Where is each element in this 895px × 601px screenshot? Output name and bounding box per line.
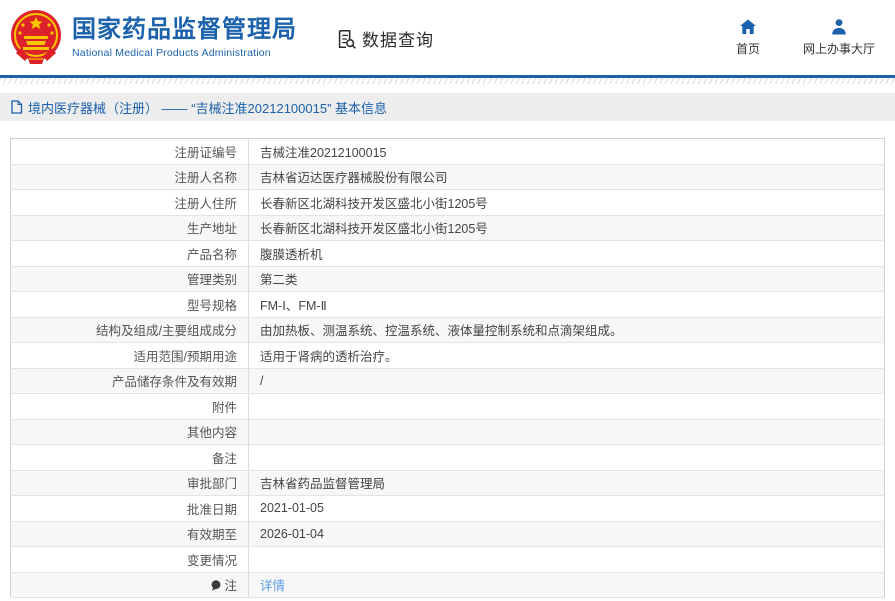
row-label: 注: [10, 572, 249, 598]
row-label: 型号规格: [10, 291, 249, 318]
table-row: 审批部门 吉林省药品监督管理局: [10, 470, 885, 496]
row-label: 有效期至: [10, 521, 249, 547]
row-label: 审批部门: [10, 470, 249, 496]
row-value: 第二类: [248, 266, 885, 292]
row-label-text: 附件: [211, 400, 237, 415]
table-row: 其他内容: [10, 419, 885, 445]
row-label: 变更情况: [10, 546, 249, 573]
site-brand: 国家药品监督管理局 National Medical Products Admi…: [72, 16, 297, 59]
row-label: 备注: [10, 444, 249, 471]
row-value: [248, 444, 885, 471]
row-label-text: 其他内容: [186, 426, 237, 441]
detail-link[interactable]: 详情: [260, 579, 285, 593]
nav-home[interactable]: 首页: [731, 18, 765, 57]
row-label-text: 适用范围/预期用途: [133, 349, 237, 364]
table-row: 产品名称 腹膜透析机: [10, 240, 885, 267]
row-value: 长春新区北湖科技开发区盛北小街1205号: [248, 215, 885, 241]
table-row: 有效期至 2026-01-04: [10, 521, 885, 547]
row-value: /: [248, 368, 885, 394]
row-value: 由加热板、测温系统、控温系统、液体量控制系统和点滴架组成。: [248, 317, 885, 343]
table-row: 注册证编号 吉械注准20212100015: [10, 138, 885, 165]
row-label-text: 变更情况: [186, 553, 237, 568]
row-label: 适用范围/预期用途: [10, 342, 249, 369]
row-value: 长春新区北湖科技开发区盛北小街1205号: [248, 189, 885, 216]
national-emblem-logo: [10, 9, 62, 67]
home-icon: [739, 18, 757, 36]
table-row: 生产地址 长春新区北湖科技开发区盛北小街1205号: [10, 215, 885, 241]
row-value: [248, 393, 885, 420]
site-title: 国家药品监督管理局: [72, 16, 297, 44]
row-label: 生产地址: [10, 215, 249, 241]
document-search-icon: [335, 28, 357, 50]
row-label-text: 产品储存条件及有效期: [111, 375, 237, 390]
row-label-text: 型号规格: [186, 298, 237, 313]
row-label-text: 产品名称: [186, 247, 237, 262]
row-label-text: 注册证编号: [174, 145, 237, 160]
info-table-body: 注册证编号 吉械注准20212100015 注册人名称 吉林省迈达医疗器械股份有…: [10, 138, 885, 598]
table-row: 备注: [10, 444, 885, 471]
row-value: 吉械注准20212100015: [248, 138, 885, 165]
row-label: 产品储存条件及有效期: [10, 368, 249, 394]
row-label: 注册人名称: [10, 164, 249, 190]
row-value: 吉林省迈达医疗器械股份有限公司: [248, 164, 885, 190]
row-label: 注册证编号: [10, 138, 249, 165]
row-value: [248, 546, 885, 573]
row-label: 批准日期: [10, 495, 249, 522]
row-label-text: 有效期至: [186, 528, 237, 543]
row-label: 产品名称: [10, 240, 249, 267]
row-label: 结构及组成/主要组成成分: [10, 317, 249, 343]
table-row: 结构及组成/主要组成成分 由加热板、测温系统、控温系统、液体量控制系统和点滴架组…: [10, 317, 885, 343]
row-label-text: 审批部门: [186, 477, 237, 492]
hatch-stripe-band: [0, 78, 895, 84]
data-query-label: 数据查询: [362, 31, 434, 50]
table-row: 变更情况: [10, 546, 885, 573]
table-row: 注 详情: [10, 572, 885, 598]
row-value: 适用于肾病的透析治疗。: [248, 342, 885, 369]
row-value: 腹膜透析机: [248, 240, 885, 267]
row-value: 详情: [248, 572, 885, 598]
row-label-text: 注册人名称: [174, 171, 237, 186]
row-value: 2026-01-04: [248, 521, 885, 547]
table-row: 注册人名称 吉林省迈达医疗器械股份有限公司: [10, 164, 885, 190]
row-label-text: 生产地址: [186, 222, 237, 237]
person-icon: [830, 18, 848, 36]
page-icon: [10, 100, 23, 114]
row-label-text: 备注: [211, 451, 237, 466]
data-query-entry[interactable]: 数据查询: [335, 26, 434, 51]
table-row: 批准日期 2021-01-05: [10, 495, 885, 522]
row-value: 2021-01-05: [248, 495, 885, 522]
table-row: 产品储存条件及有效期 /: [10, 368, 885, 394]
note-icon: [212, 580, 221, 591]
row-label: 注册人住所: [10, 189, 249, 216]
row-label-text: 批准日期: [186, 502, 237, 517]
table-row: 注册人住所 长春新区北湖科技开发区盛北小街1205号: [10, 189, 885, 216]
header-nav: 首页 网上办事大厅: [731, 18, 875, 57]
breadcrumb: 境内医疗器械（注册） —— “吉械注准20212100015” 基本信息: [0, 93, 895, 121]
table-row: 管理类别 第二类: [10, 266, 885, 292]
nav-service-hall-label: 网上办事大厅: [802, 42, 875, 56]
row-label: 附件: [10, 393, 249, 420]
row-value: FM-Ⅰ、FM-Ⅱ: [248, 291, 885, 318]
nav-service-hall[interactable]: 网上办事大厅: [803, 18, 875, 57]
table-row: 附件: [10, 393, 885, 420]
row-label-text: 注: [224, 579, 237, 594]
site-header: 国家药品监督管理局 National Medical Products Admi…: [0, 0, 895, 75]
row-label-text: 管理类别: [186, 273, 237, 288]
nav-home-label: 首页: [735, 42, 760, 56]
registration-info-table: 注册证编号 吉械注准20212100015 注册人名称 吉林省迈达医疗器械股份有…: [10, 138, 885, 598]
breadcrumb-text: 境内医疗器械（注册） —— “吉械注准20212100015” 基本信息: [28, 100, 388, 116]
site-subtitle: National Medical Products Administration: [72, 46, 271, 59]
row-label: 其他内容: [10, 419, 249, 445]
table-row: 型号规格 FM-Ⅰ、FM-Ⅱ: [10, 291, 885, 318]
row-label: 管理类别: [10, 266, 249, 292]
row-label-text: 注册人住所: [174, 196, 237, 211]
table-row: 适用范围/预期用途 适用于肾病的透析治疗。: [10, 342, 885, 369]
row-value: [248, 419, 885, 445]
row-label-text: 结构及组成/主要组成成分: [96, 324, 237, 339]
row-value: 吉林省药品监督管理局: [248, 470, 885, 496]
